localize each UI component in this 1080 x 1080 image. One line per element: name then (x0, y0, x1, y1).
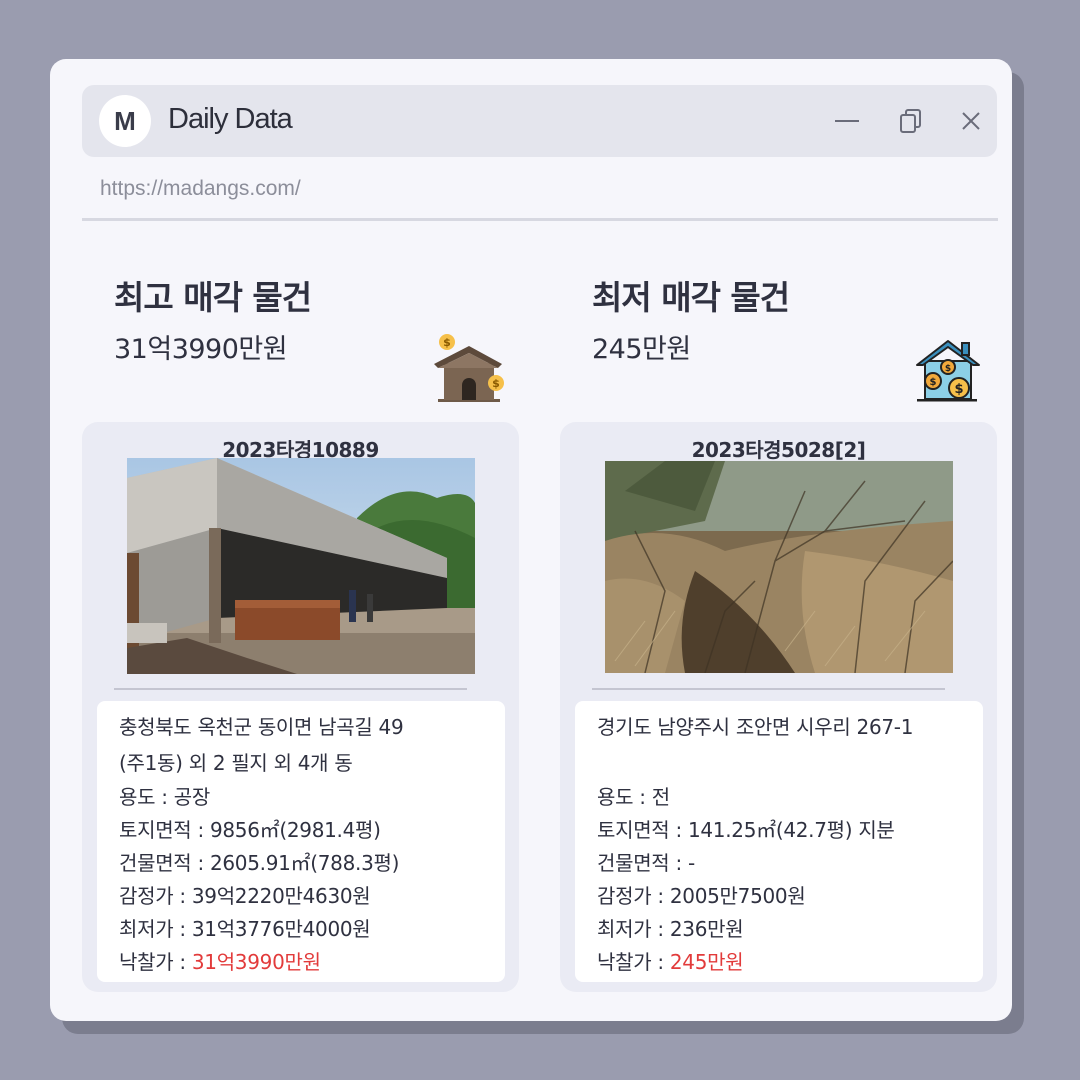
app-logo: M (99, 95, 151, 147)
address-line-2: (주1동) 외 2 필지 외 4개 동 (119, 751, 353, 775)
address-line-1: 경기도 남양주시 조안면 시우리 267-1 (597, 715, 914, 739)
svg-text:$: $ (492, 377, 500, 390)
house-money-icon: $ $ (434, 334, 504, 402)
minimum-price: 최저가 : 236만원 (597, 917, 744, 941)
app-title: Daily Data (168, 103, 293, 135)
svg-text:$: $ (443, 336, 451, 349)
copy-icon (900, 109, 921, 133)
highest-price: 31억3990만원 (114, 334, 288, 365)
app-window: M Daily Data https://madangs.com/ 최고 매각 … (50, 59, 1012, 1021)
svg-text:$: $ (930, 377, 937, 388)
item-details: 경기도 남양주시 조안면 시우리 267-1 용도 : 전 토지면적 : 141… (575, 701, 983, 982)
address-line-1: 충청북도 옥천군 동이면 남곡길 49 (119, 715, 404, 739)
header-divider (82, 218, 998, 221)
close-button[interactable] (955, 105, 987, 137)
appraisal-price: 감정가 : 39억2220만4630원 (119, 884, 371, 908)
close-icon (962, 112, 980, 130)
building-area: 건물면적 : 2605.91㎡(788.3평) (119, 851, 400, 875)
card-divider (592, 688, 945, 690)
minimum-price: 최저가 : 31억3776만4000원 (119, 917, 371, 941)
item-details: 충청북도 옥천군 동이면 남곡길 49 (주1동) 외 2 필지 외 4개 동 … (97, 701, 505, 982)
winning-bid: 낙찰가 : 31억3990만원 (119, 946, 321, 975)
building-area: 건물면적 : - (597, 851, 695, 875)
url-text[interactable]: https://madangs.com/ (100, 177, 301, 201)
land-area: 토지면적 : 9856㎡(2981.4평) (119, 818, 381, 842)
lowest-price: 245만원 (592, 334, 691, 365)
house-coins-icon: $ $ $ (916, 340, 980, 402)
title-bar: M Daily Data (82, 85, 997, 157)
property-photo (127, 458, 475, 674)
minimize-icon (835, 120, 859, 122)
usage: 용도 : 공장 (119, 785, 210, 809)
minimize-button[interactable] (831, 105, 863, 137)
property-photo (605, 461, 953, 673)
copy-button[interactable] (895, 105, 927, 137)
winning-bid-value: 245만원 (669, 950, 744, 974)
case-number[interactable]: 2023타경5028[2] (560, 434, 997, 463)
svg-text:$: $ (945, 364, 951, 374)
winning-bid-value: 31억3990만원 (191, 950, 321, 974)
usage: 용도 : 전 (597, 785, 670, 809)
card-divider (114, 688, 467, 690)
winning-bid-label: 낙찰가 : (597, 950, 670, 974)
lowest-title: 최저 매각 물건 (592, 278, 790, 317)
highest-title: 최고 매각 물건 (114, 278, 312, 317)
winning-bid-label: 낙찰가 : (119, 950, 192, 974)
winning-bid: 낙찰가 : 245만원 (597, 946, 744, 975)
appraisal-price: 감정가 : 2005만7500원 (597, 884, 806, 908)
svg-text:$: $ (954, 382, 963, 397)
land-area: 토지면적 : 141.25㎡(42.7평) 지분 (597, 818, 895, 842)
highest-item-card[interactable]: 2023타경10889 충청북도 옥천군 동이면 남곡길 49 (주1동) 외 … (82, 422, 519, 992)
lowest-item-card[interactable]: 2023타경5028[2] 경기도 남양주시 조안면 시우리 267-1 용도 … (560, 422, 997, 992)
